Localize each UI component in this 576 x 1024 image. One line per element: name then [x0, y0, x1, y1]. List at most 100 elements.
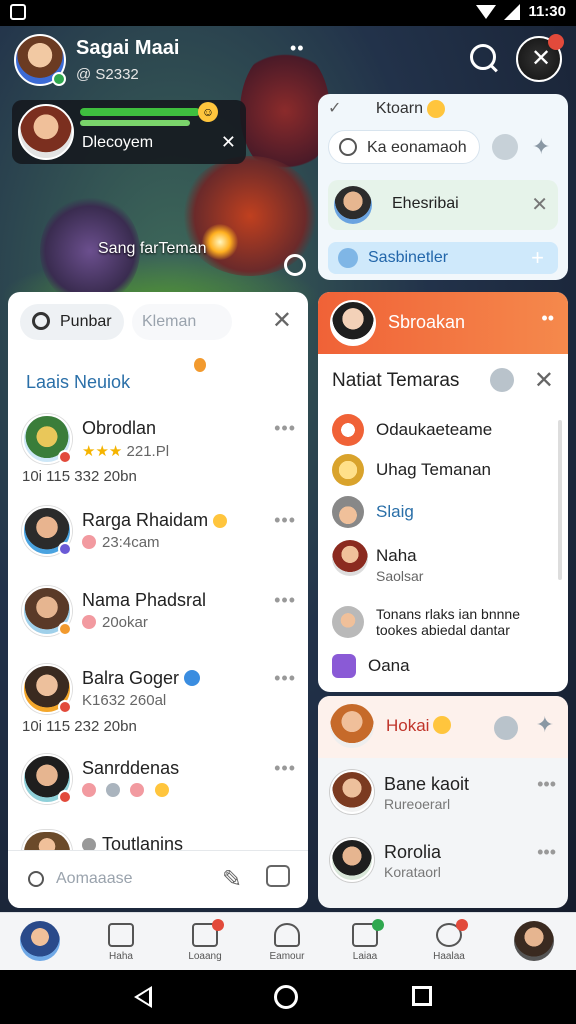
friend-status: 20okar — [82, 614, 148, 631]
search-icon[interactable] — [470, 44, 496, 70]
scrollbar[interactable] — [558, 420, 562, 580]
emoji-icon[interactable] — [154, 783, 169, 797]
chat-avatar[interactable] — [330, 704, 374, 748]
player-avatar[interactable] — [14, 34, 66, 86]
nav-item-chat[interactable]: Haalaa — [414, 919, 484, 962]
status-indicator — [58, 450, 72, 464]
friend-avatar — [22, 830, 72, 852]
friend-status: 23:4cam — [82, 534, 160, 551]
close-icon[interactable]: ✕ — [534, 366, 554, 395]
section-title: Laais Neuiok — [26, 372, 131, 392]
reaction-icon[interactable] — [130, 783, 145, 797]
more-options-icon[interactable]: ••• — [274, 668, 296, 689]
chat-bubble-icon[interactable] — [492, 134, 518, 160]
list-item[interactable]: Toutlanins — [22, 830, 302, 854]
list-item[interactable]: Rarga Rhaidam 23:4cam ••• — [22, 506, 302, 578]
location-pin-icon — [194, 358, 206, 372]
check-icon[interactable]: ✓ — [328, 100, 341, 117]
globe-icon — [338, 248, 358, 268]
nav-item-events[interactable]: Laiaa — [330, 919, 400, 962]
back-icon[interactable] — [134, 986, 152, 1008]
chat-title: Hokai — [386, 716, 452, 736]
composer-input[interactable]: Aomaaase — [56, 870, 133, 888]
list-item[interactable]: Sanrddenas ••• — [22, 754, 302, 826]
more-options-icon[interactable]: ••• — [537, 774, 556, 795]
list-item[interactable]: Bane kaoit Rureoerarl ••• — [330, 770, 560, 826]
list-item[interactable]: Nama Phadsral 20okar ••• — [22, 586, 302, 658]
friend-avatar — [334, 186, 372, 224]
quick-panel-title: Ktoarn — [375, 100, 423, 117]
close-icon: ✕ — [531, 45, 552, 72]
pin-icon[interactable]: ✦ — [536, 712, 554, 738]
status-dot-icon — [82, 535, 96, 549]
more-options-icon[interactable]: •• — [541, 308, 554, 329]
list-item[interactable]: Rorolia Korataorl ••• — [330, 838, 560, 894]
reaction-icon[interactable] — [106, 783, 121, 797]
message-composer: Aomaaase ✎ — [8, 850, 308, 908]
status-indicator — [58, 700, 72, 714]
notifications-title: Natiat Temaras — [332, 370, 460, 391]
reaction-icon[interactable] — [82, 783, 96, 797]
person-icon — [274, 923, 300, 947]
more-dots-icon[interactable]: •• — [290, 38, 305, 59]
friend-name: Rorolia — [384, 842, 442, 862]
health-bar — [80, 108, 200, 116]
search-label: Punbar — [60, 313, 112, 330]
notification-subtitle: Saolsar — [376, 568, 424, 584]
emoji-icon — [213, 514, 228, 528]
nav-label: Loaang — [188, 951, 222, 962]
nav-item-friends[interactable]: Eamour — [252, 919, 322, 962]
friend-status: ★★★ 221.Pl — [82, 442, 169, 460]
more-options-icon[interactable]: ••• — [274, 758, 296, 779]
close-icon[interactable]: ✕ — [272, 306, 292, 335]
friend-status-text: 221.Pl — [126, 443, 170, 460]
nav-item-shop[interactable]: Loaang — [170, 919, 240, 962]
notifications-header: Sbroakan •• — [318, 292, 568, 354]
more-options-icon[interactable]: ••• — [274, 418, 296, 439]
notification-title: Tonans rlaks ian bnnne — [376, 606, 520, 622]
more-options-icon[interactable]: ••• — [274, 590, 296, 611]
friend-name: Ehesribai — [392, 195, 459, 212]
pen-icon[interactable]: ✎ — [222, 865, 242, 894]
search-icon — [32, 312, 50, 330]
quick-search-pill[interactable]: Ka eonamaoh — [328, 130, 480, 164]
player-name: Sagai Maai — [76, 37, 180, 59]
status-dot-icon — [82, 615, 96, 629]
list-item[interactable]: Obrodlan ★★★ 221.Pl 10i 115 332 20bn ••• — [22, 414, 302, 486]
close-icon[interactable]: ✕ — [221, 132, 236, 153]
account-avatar[interactable]: ✕ — [516, 34, 564, 82]
app-icon — [332, 654, 356, 678]
nav-label: Laiaa — [352, 951, 378, 962]
pin-icon[interactable]: ✦ — [532, 134, 550, 160]
subscribe-button[interactable]: Sasbinetler + — [328, 242, 558, 274]
more-options-icon[interactable]: ••• — [537, 842, 556, 863]
player-profile[interactable]: Sagai Maai @ S2332 — [14, 34, 179, 86]
search-icon — [28, 871, 44, 887]
chat-bubble-icon[interactable] — [490, 368, 514, 392]
profile-avatar[interactable] — [20, 921, 60, 961]
more-options-icon[interactable]: ••• — [274, 510, 296, 531]
friend-request-item[interactable]: Ehesribai ✕ — [328, 180, 558, 230]
dismiss-icon[interactable]: ✕ — [531, 192, 548, 217]
list-item[interactable]: Balra Goger K1632 260al 10i 115 232 20bn… — [22, 664, 302, 736]
friend-meta: 10i 115 232 20bn — [22, 718, 137, 735]
chat-bubble-icon[interactable] — [494, 716, 518, 740]
user-avatar[interactable] — [330, 300, 376, 346]
recent-apps-icon[interactable] — [412, 986, 432, 1006]
settings-gear-icon[interactable] — [284, 254, 306, 276]
subscribe-label: Sasbinetler — [368, 249, 449, 266]
calendar-icon — [352, 919, 384, 947]
friend-avatar — [332, 540, 368, 576]
target-icon — [332, 414, 364, 446]
signal-icon — [504, 3, 521, 20]
voice-chat-card[interactable]: ☺ Dlecoyem ✕ — [12, 100, 246, 164]
status-indicator — [58, 542, 72, 556]
friends-tab[interactable]: Kleman — [132, 304, 232, 340]
home-icon[interactable] — [274, 985, 298, 1009]
nav-item-home[interactable]: Haha — [86, 919, 156, 962]
search-pill[interactable]: Punbar — [20, 304, 124, 340]
notification-title: Naha — [376, 546, 417, 565]
account-avatar[interactable] — [514, 921, 554, 961]
notification-badge — [212, 919, 224, 931]
message-icon[interactable] — [266, 865, 290, 887]
